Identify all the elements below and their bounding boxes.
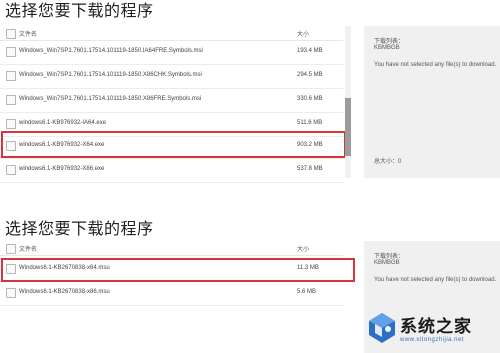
file-row[interactable]: Windows6.1-KB2670838-x86.msu 5.6 MB: [0, 281, 343, 306]
file-size: 5.6 MB: [297, 289, 317, 295]
file-checkbox[interactable]: [6, 95, 16, 105]
download-list-units: KBMBGB: [374, 45, 400, 51]
logo-icon: [369, 313, 395, 343]
highlight-frame: [1, 131, 346, 158]
file-size: 537.8 MB: [297, 166, 323, 172]
select-all-checkbox-top[interactable]: [6, 29, 16, 39]
column-header-name: 文件名: [19, 32, 38, 38]
file-name: Windows_Win7SP1.7601.17514.101119-1850.I…: [19, 48, 203, 54]
site-watermark: 系统之家 www.xitongzhijia.net: [360, 307, 500, 353]
file-name: windows6.1-KB976932-X86.exe: [19, 166, 105, 172]
file-checkbox[interactable]: [6, 71, 16, 81]
column-header-size: 大小: [297, 32, 310, 38]
file-size: 511.6 MB: [297, 120, 323, 126]
watermark-text: 系统之家: [400, 317, 472, 337]
file-size: 193.4 MB: [297, 48, 323, 54]
file-name: Windows_Win7SP1.7601.17514.101119-1850.X…: [19, 72, 202, 78]
file-size: 294.5 MB: [297, 72, 323, 78]
file-list-header-top: 文件名 大小: [0, 26, 343, 41]
total-size-value: 0: [398, 159, 402, 165]
highlight-frame: [1, 258, 355, 282]
file-row[interactable]: Windows_Win7SP1.7601.17514.101119-1850.X…: [0, 88, 343, 113]
file-checkbox[interactable]: [6, 165, 16, 175]
select-all-checkbox-bottom[interactable]: [6, 244, 16, 254]
column-header-name: 文件名: [19, 247, 38, 253]
download-list-label: 下载列表：: [374, 39, 405, 45]
file-name: Windows6.1-KB2670838-x86.msu: [19, 289, 110, 295]
file-checkbox[interactable]: [6, 47, 16, 57]
page-title-bottom: 选择您要下载的程序: [5, 219, 154, 238]
empty-selection-message: You have not selected any file(s) to dow…: [374, 62, 497, 68]
file-row[interactable]: windows6.1-KB976932-X86.exe 537.8 MB: [0, 158, 343, 183]
file-checkbox[interactable]: [6, 288, 16, 298]
download-list-label: 下载列表：: [374, 254, 405, 260]
file-name: windows6.1-KB976932-IA64.exe: [19, 120, 107, 126]
file-row[interactable]: Windows_Win7SP1.7601.17514.101119-1850.X…: [0, 64, 343, 89]
scrollbar-thumb[interactable]: [345, 98, 351, 156]
total-size-caption: 总大小：: [374, 159, 399, 165]
file-name: Windows_Win7SP1.7601.17514.101119-1850.X…: [19, 96, 202, 102]
total-size-label: 总大小：0: [374, 156, 401, 165]
empty-selection-message: You have not selected any file(s) to dow…: [374, 277, 497, 283]
watermark-url: www.xitongzhijia.net: [400, 337, 465, 343]
file-checkbox[interactable]: [6, 119, 16, 129]
file-size: 330.6 MB: [297, 96, 323, 102]
file-list-header-bottom: 文件名 大小: [0, 241, 343, 256]
page-title-top: 选择您要下载的程序: [5, 1, 154, 20]
file-row[interactable]: Windows_Win7SP1.7601.17514.101119-1850.I…: [0, 40, 343, 65]
download-list-panel-top: 下载列表： KBMBGB You have not selected any f…: [364, 26, 500, 178]
column-header-size: 大小: [297, 247, 310, 253]
download-list-units: KBMBGB: [374, 260, 400, 266]
